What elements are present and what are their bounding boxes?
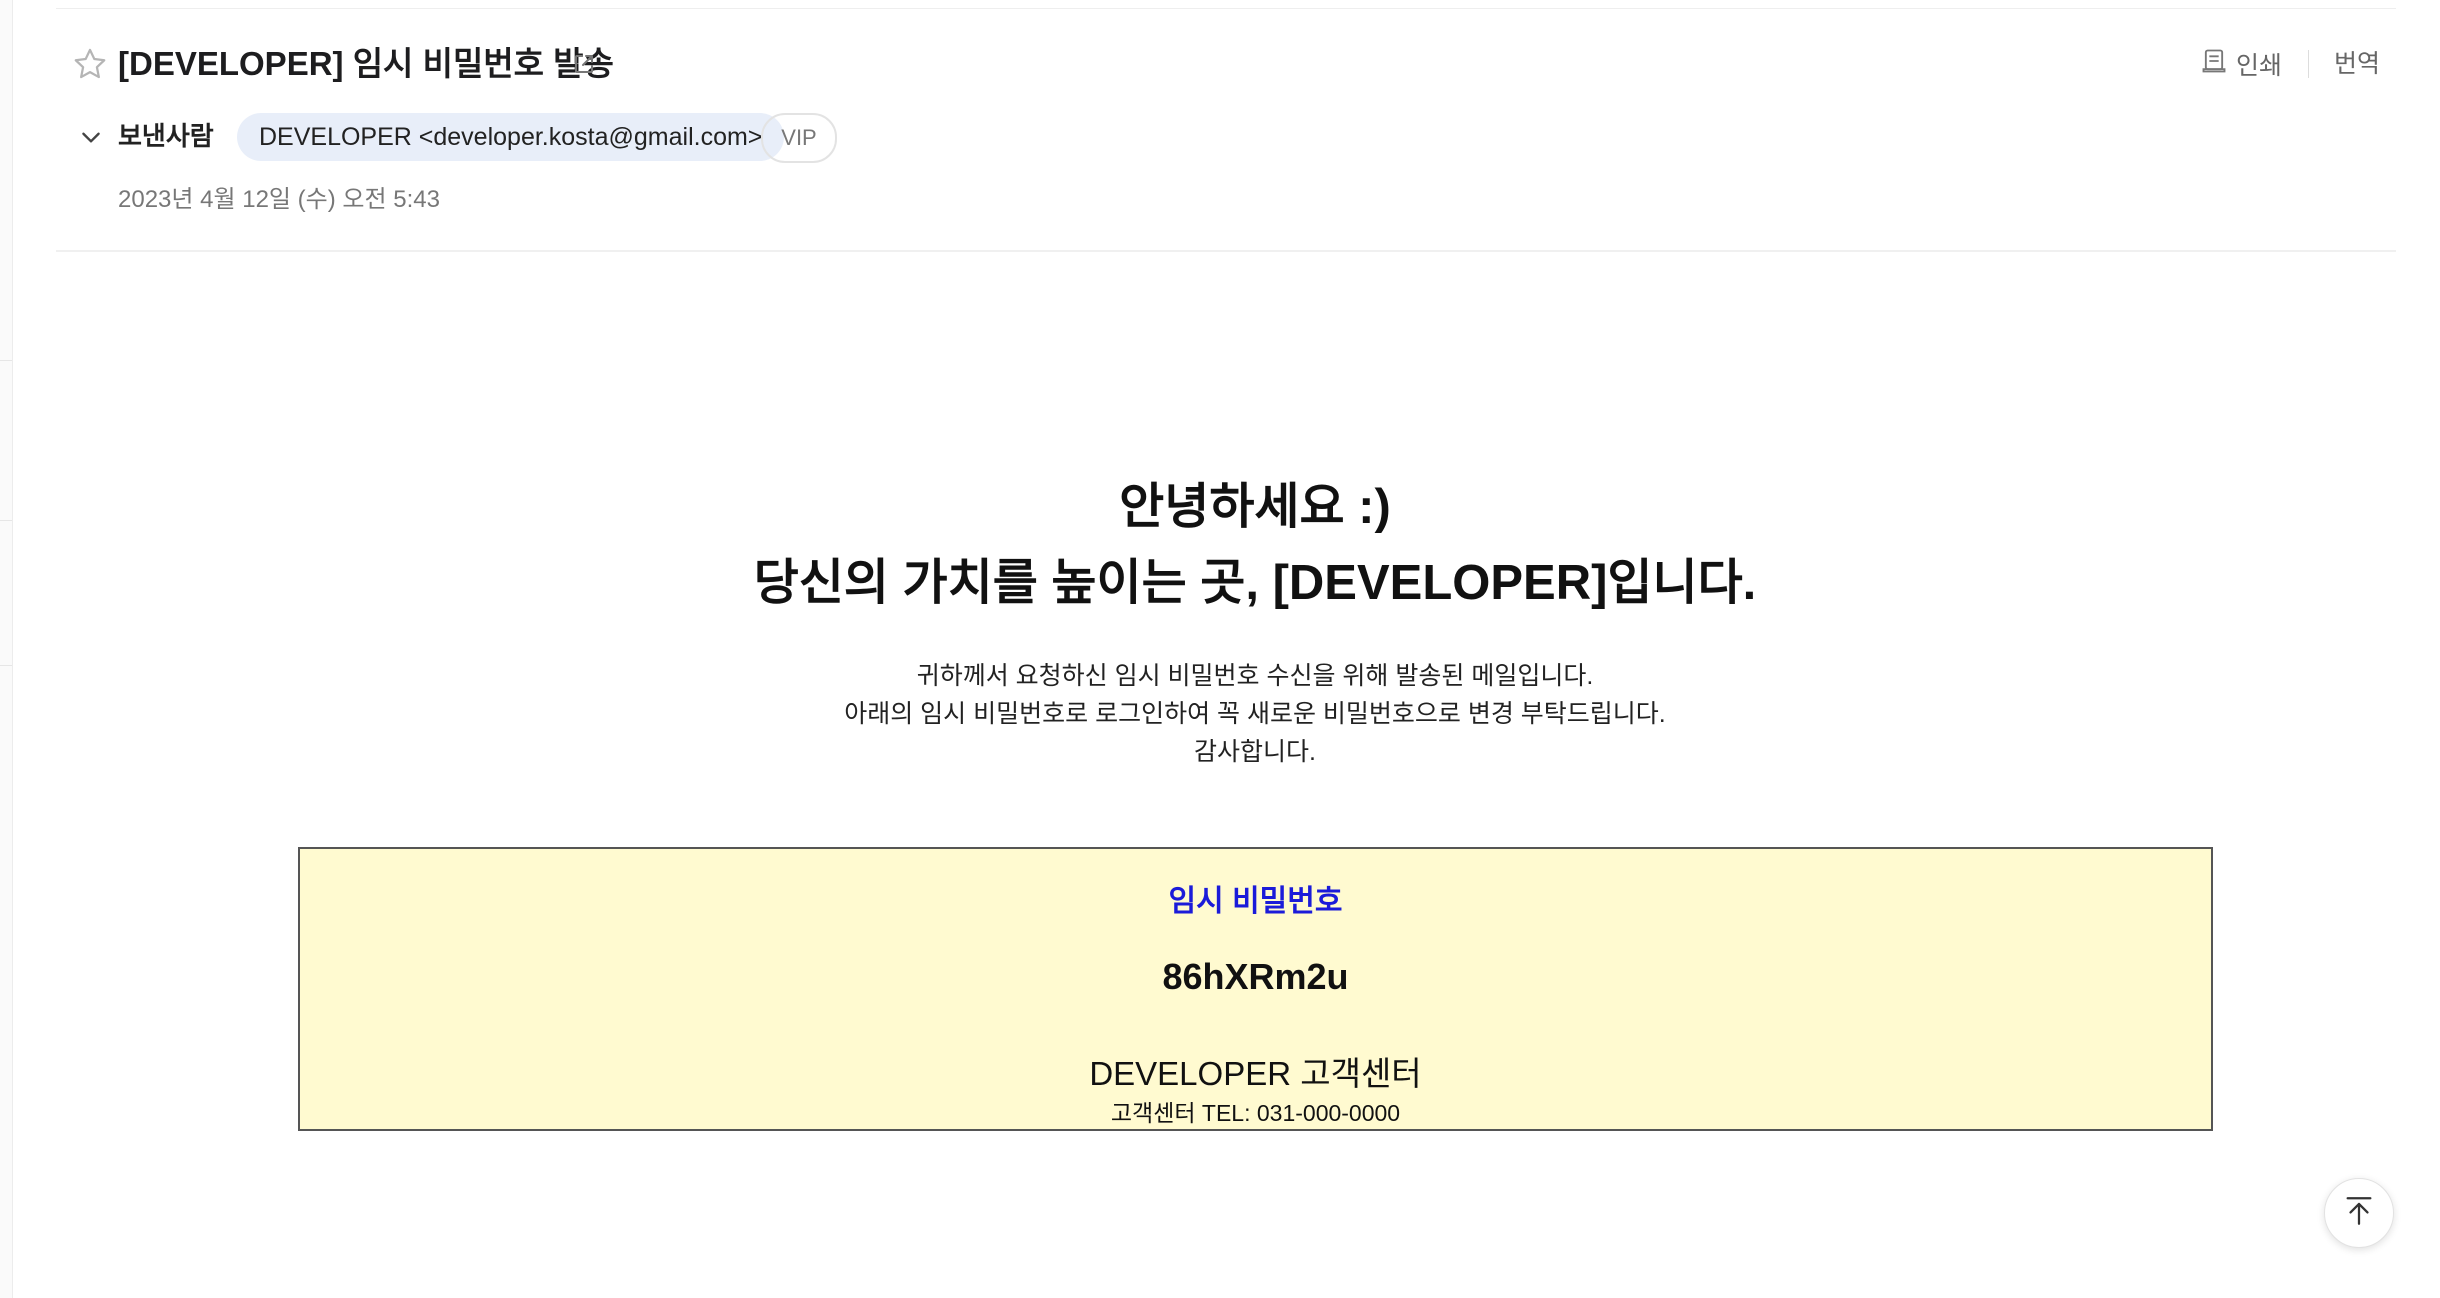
body-text-line: 아래의 임시 비밀번호로 로그인하여 꼭 새로운 비밀번호으로 변경 부탁드립니… (844, 700, 1666, 728)
chevron-down-icon[interactable] (78, 124, 104, 150)
action-separator (2308, 50, 2309, 78)
mail-date: 2023년 4월 12일 (수) 오전 5:43 (118, 186, 440, 213)
password-label: 임시 비밀번호 (1168, 885, 1343, 918)
temporary-password: 86hXRm2u (1162, 956, 1349, 997)
greeting-heading-1: 안녕하세요 :) (1119, 480, 1391, 534)
vip-button[interactable]: VIP (761, 113, 837, 163)
external-link-icon[interactable] (572, 52, 596, 76)
greeting-heading-2: 당신의 가치를 높이는 곳, [DEVELOPER]입니다. (753, 556, 1757, 610)
print-button[interactable]: 인쇄 (2200, 44, 2282, 84)
left-panel-edge (0, 0, 13, 1298)
translate-button[interactable]: 번역 (2334, 44, 2380, 84)
star-icon[interactable] (72, 46, 108, 82)
support-center-tel: 고객센터 TEL: 031-000-0000 (1110, 1100, 1401, 1126)
mail-subject: [DEVELOPER] 임시 비밀번호 발송 (118, 45, 614, 82)
body-text-line: 감사합니다. (1194, 738, 1316, 766)
sender-label: 보낸사람 (118, 121, 214, 151)
header-divider (56, 250, 2396, 252)
sender-chip[interactable]: DEVELOPER <developer.kosta@gmail.com> (237, 113, 785, 161)
scroll-to-top-button[interactable] (2324, 1178, 2394, 1248)
body-text-line: 귀하께서 요청하신 임시 비밀번호 수신을 위해 발송된 메일입니다. (916, 662, 1594, 690)
arrow-up-to-top-icon (2342, 1194, 2376, 1233)
top-divider (56, 8, 2396, 9)
printer-icon (2200, 47, 2228, 82)
print-label: 인쇄 (2236, 52, 2283, 80)
support-center-title: DEVELOPER 고객센터 (1089, 1055, 1422, 1092)
temporary-password-box: 임시 비밀번호 86hXRm2u DEVELOPER 고객센터 고객센터 TEL… (298, 847, 2213, 1131)
